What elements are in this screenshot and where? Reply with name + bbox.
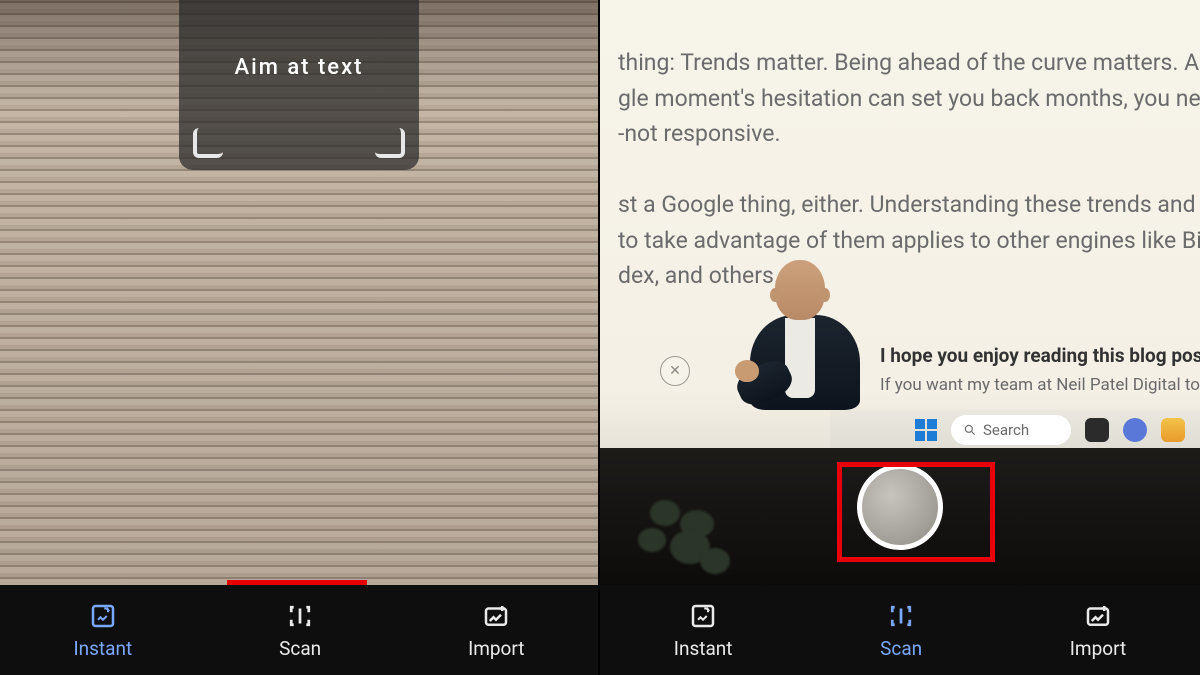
taskbar-search[interactable]: Search xyxy=(951,415,1071,445)
tutorial-highlight-shutter xyxy=(837,462,995,562)
viewfinder-corner-icon xyxy=(375,128,405,158)
nav-label: Instant xyxy=(73,637,132,660)
article-line: gle moment's hesitation can set you back… xyxy=(618,85,1200,112)
windows-taskbar: Search xyxy=(830,410,1200,450)
article-line: to take advantage of them applies to oth… xyxy=(618,227,1200,254)
aim-hint-label: Aim at text xyxy=(235,55,364,80)
cta-title: I hope you enjoy reading this blog pos xyxy=(880,344,1200,367)
windows-start-icon[interactable] xyxy=(915,419,937,441)
taskbar-app-icon[interactable] xyxy=(1161,418,1185,442)
taskbar-app-icon[interactable] xyxy=(1085,418,1109,442)
nav-label: Scan xyxy=(880,637,922,660)
cta-popup: I hope you enjoy reading this blog pos I… xyxy=(880,344,1200,395)
article-line: -not responsive. xyxy=(618,120,781,147)
import-icon xyxy=(481,601,511,631)
search-icon xyxy=(963,423,977,437)
tab-instant[interactable]: Instant xyxy=(674,601,733,660)
tab-instant[interactable]: Instant xyxy=(73,601,132,660)
article-text: thing: Trends matter. Being ahead of the… xyxy=(618,45,1200,329)
tab-import[interactable]: Import xyxy=(468,601,524,660)
aim-overlay: Aim at text xyxy=(179,0,419,170)
tab-scan[interactable]: Scan xyxy=(880,601,922,660)
tab-scan[interactable]: Scan xyxy=(279,601,321,660)
nav-label: Instant xyxy=(674,637,733,660)
camera-viewfinder-bg: thing: Trends matter. Being ahead of the… xyxy=(600,0,1200,675)
taskbar-search-label: Search xyxy=(983,421,1029,439)
left-scan-screen: Aim at text Instant Scan xyxy=(0,0,600,675)
bottom-nav: Instant Scan Import xyxy=(600,585,1200,675)
nav-label: Import xyxy=(468,637,524,660)
scan-icon xyxy=(886,601,916,631)
right-scan-screen: thing: Trends matter. Being ahead of the… xyxy=(600,0,1200,675)
viewfinder-corner-icon xyxy=(193,128,223,158)
instant-icon xyxy=(88,601,118,631)
close-icon[interactable]: ✕ xyxy=(660,356,690,386)
scan-icon xyxy=(285,601,315,631)
cta-subtitle: If you want my team at Neil Patel Digita… xyxy=(880,375,1200,395)
instant-icon xyxy=(688,601,718,631)
tab-import[interactable]: Import xyxy=(1070,601,1126,660)
article-line: thing: Trends matter. Being ahead of the… xyxy=(618,49,1200,76)
article-line: st a Google thing, either. Understanding… xyxy=(618,191,1200,218)
nav-label: Import xyxy=(1070,637,1126,660)
bottom-nav: Instant Scan Import xyxy=(0,585,598,675)
nav-label: Scan xyxy=(279,637,321,660)
avatar xyxy=(740,260,870,410)
taskbar-app-icon[interactable] xyxy=(1123,418,1147,442)
import-icon xyxy=(1083,601,1113,631)
plant-decoration xyxy=(630,500,740,590)
